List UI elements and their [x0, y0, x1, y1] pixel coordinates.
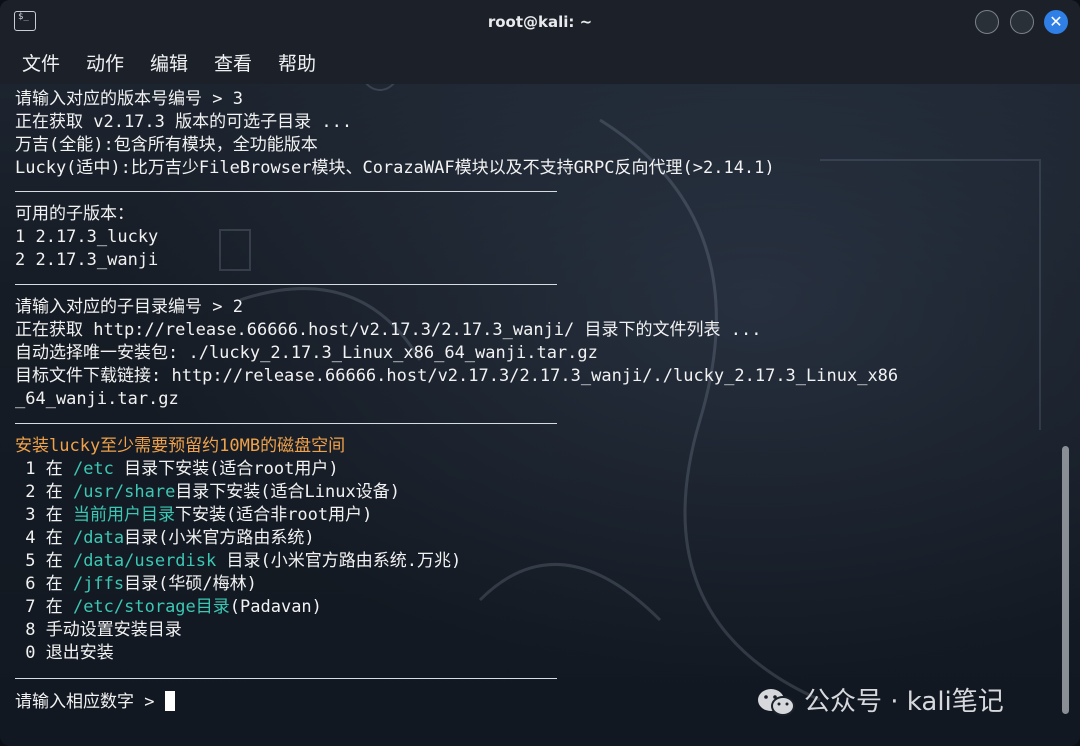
option-desc: 目录下安装(适合root用户)	[113, 459, 339, 479]
option-text: 7 在	[15, 597, 73, 617]
divider	[15, 191, 557, 192]
divider	[15, 678, 557, 679]
input-prompt-line[interactable]: 请输入相应数字 >	[15, 691, 175, 714]
option-desc: 目录(小米官方路由系统.万兆)	[216, 551, 462, 571]
watermark: 公众号 · kali笔记	[756, 684, 1004, 720]
terminal-window: $_ root@kali: ~ ✕ 文件 动作 编辑 查看 帮助 请输入对应的版…	[0, 0, 1080, 746]
watermark-text: 公众号 · kali笔记	[804, 687, 1004, 717]
input-prompt: 请输入相应数字 >	[15, 692, 165, 712]
text-cursor[interactable]	[164, 691, 175, 711]
install-option: 5 在 /data/userdisk 目录(小米官方路由系统.万兆)	[15, 550, 461, 573]
option-path: /data/userdisk	[72, 551, 217, 571]
option-path: /etc/storage目录	[72, 597, 230, 617]
scrollbar[interactable]	[1062, 446, 1069, 714]
option-path: 当前用户目录	[72, 505, 175, 525]
option-text: 2 在	[15, 482, 73, 502]
option-desc: 目录(小米官方路由系统)	[124, 528, 315, 548]
terminal-line: 2 2.17.3_wanji	[15, 250, 159, 270]
install-option: 2 在 /usr/share目录下安装(适合Linux设备)	[15, 481, 400, 504]
install-option: 3 在 当前用户目录下安装(适合非root用户)	[15, 504, 372, 527]
wechat-icon	[758, 688, 795, 716]
menu-view[interactable]: 查看	[214, 50, 252, 78]
option-text: 6 在	[15, 574, 73, 594]
divider	[15, 423, 557, 424]
terminal-line: 请输入对应的子目录编号 > 2	[15, 297, 243, 317]
option-desc: 目录(华硕/梅林)	[124, 574, 257, 594]
terminal-line: Lucky(适中):比万吉少FileBrowser模块、CorazaWAF模块以…	[15, 158, 775, 178]
option-text: 5 在	[15, 551, 73, 571]
divider	[15, 284, 557, 285]
terminal-line: 正在获取 http://release.66666.host/v2.17.3/2…	[15, 320, 762, 340]
option-path: /jffs	[72, 574, 125, 594]
option-path: /usr/share	[72, 482, 176, 502]
install-option: 1 在 /etc 目录下安装(适合root用户)	[15, 458, 339, 481]
option-text: 8 手动设置安装目录	[15, 620, 182, 640]
option-text: 3 在	[15, 505, 73, 525]
close-button[interactable]: ✕	[1044, 10, 1068, 34]
menu-edit[interactable]: 编辑	[150, 50, 188, 78]
install-option: 8 手动设置安装目录	[15, 619, 182, 642]
window-title: root@kali: ~	[487, 13, 593, 31]
terminal-line: 请输入对应的版本号编号 > 3	[15, 89, 243, 109]
option-desc: 下安装(适合非root用户)	[174, 505, 373, 525]
terminal-line: 目标文件下载链接: http://release.66666.host/v2.1…	[15, 366, 899, 386]
maximize-button[interactable]	[1010, 10, 1034, 34]
option-desc: 目录下安装(适合Linux设备)	[175, 482, 400, 502]
install-option: 6 在 /jffs目录(华硕/梅林)	[15, 573, 257, 596]
option-path: /data	[72, 528, 125, 548]
terminal-line: 万吉(全能):包含所有模块，全功能版本	[15, 135, 318, 155]
menu-file[interactable]: 文件	[22, 50, 60, 78]
option-text: 1 在	[15, 459, 73, 479]
disk-space-warning: 安装lucky至少需要预留约10MB的磁盘空间	[15, 436, 346, 456]
option-path: /etc	[72, 459, 114, 479]
option-desc: (Padavan)	[229, 597, 322, 617]
terminal-line: 1 2.17.3_lucky	[15, 227, 159, 247]
minimize-button[interactable]	[975, 10, 999, 34]
option-text: 4 在	[15, 528, 73, 548]
install-option: 0 退出安装	[15, 642, 114, 665]
install-option: 7 在 /etc/storage目录(Padavan)	[15, 596, 322, 619]
terminal-line: 正在获取 v2.17.3 版本的可选子目录 ...	[15, 112, 353, 132]
terminal-output[interactable]: 请输入对应的版本号编号 > 3 正在获取 v2.17.3 版本的可选子目录 ..…	[15, 86, 1055, 726]
menu-help[interactable]: 帮助	[278, 50, 316, 78]
menu-action[interactable]: 动作	[86, 50, 124, 78]
install-option: 4 在 /data目录(小米官方路由系统)	[15, 527, 315, 550]
title-bar[interactable]: $_ root@kali: ~ ✕	[0, 0, 1080, 44]
terminal-line: 自动选择唯一安装包: ./lucky_2.17.3_Linux_x86_64_w…	[15, 343, 598, 363]
menu-bar: 文件 动作 编辑 查看 帮助	[0, 44, 1080, 84]
terminal-line: _64_wanji.tar.gz	[15, 389, 179, 409]
terminal-line: 可用的子版本：	[15, 204, 134, 224]
option-text: 0 退出安装	[15, 643, 114, 663]
